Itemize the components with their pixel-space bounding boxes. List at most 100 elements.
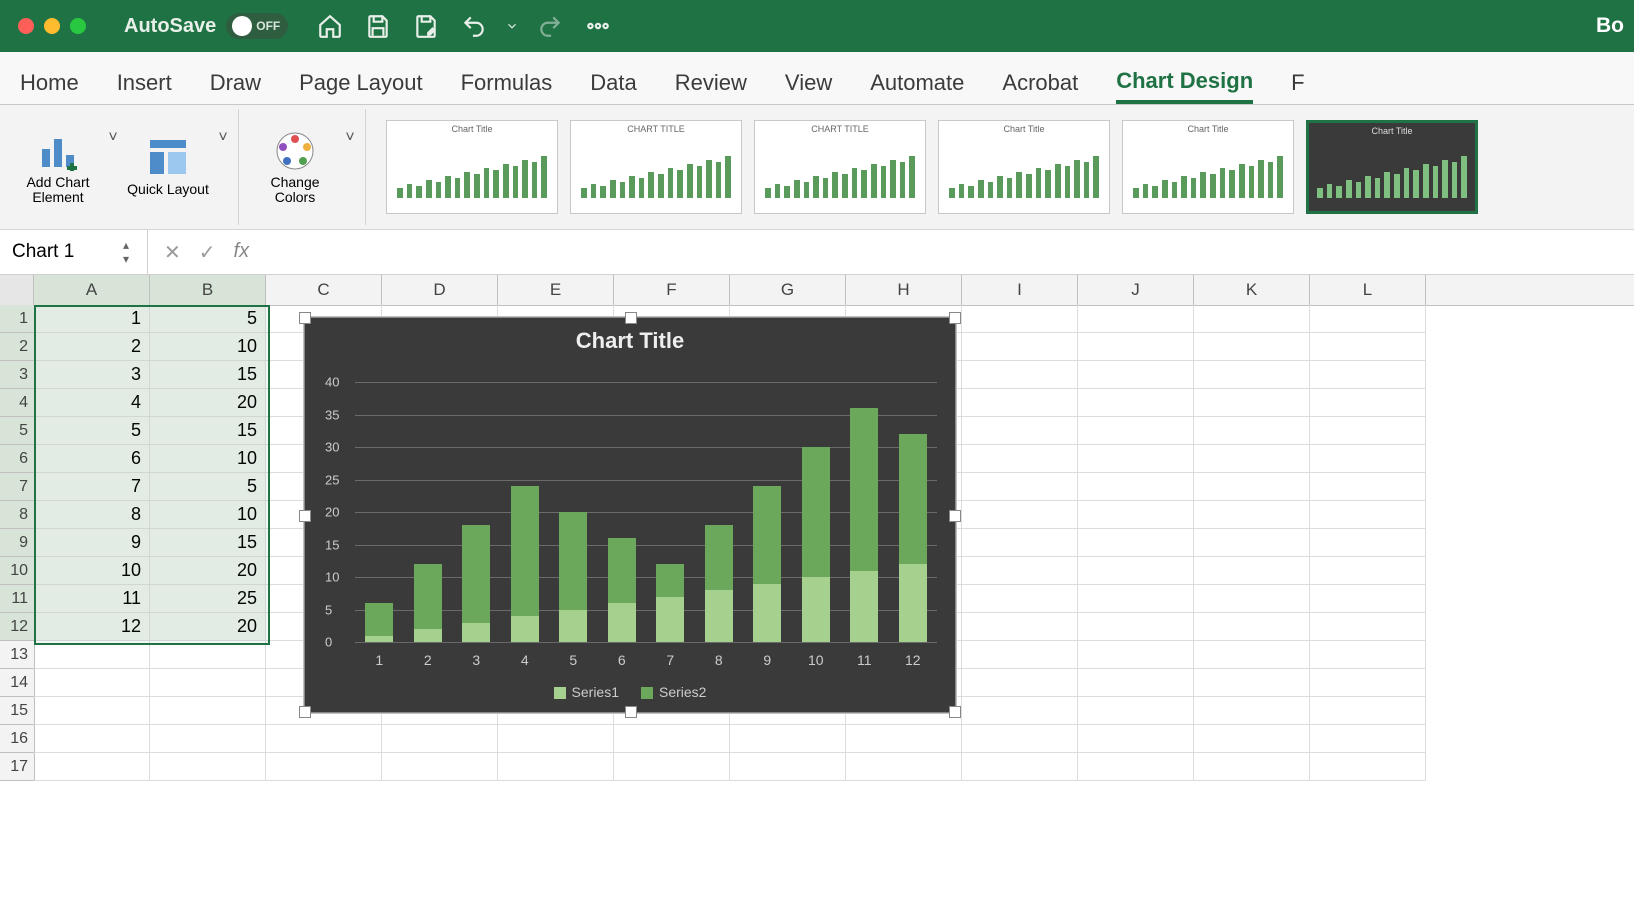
cell[interactable] [1078,753,1194,781]
cell[interactable] [962,753,1078,781]
tab-home[interactable]: Home [20,70,79,104]
cell[interactable] [1310,725,1426,753]
row-header[interactable]: 9 [0,529,34,557]
cell[interactable] [1194,585,1310,613]
column-header[interactable]: J [1078,275,1194,305]
column-header[interactable]: F [614,275,730,305]
cell[interactable]: 10 [150,333,266,361]
cell[interactable] [962,669,1078,697]
cell[interactable]: 5 [34,417,150,445]
row-header[interactable]: 5 [0,417,34,445]
column-header[interactable]: I [962,275,1078,305]
cell[interactable] [962,389,1078,417]
cell[interactable] [1194,753,1310,781]
cell[interactable] [1310,389,1426,417]
cell[interactable] [34,753,150,781]
cell[interactable] [150,669,266,697]
cell[interactable] [1194,445,1310,473]
column-header[interactable]: K [1194,275,1310,305]
cell[interactable] [1078,585,1194,613]
row-header[interactable]: 6 [0,445,34,473]
chart-bar[interactable] [899,434,927,642]
chart-bar[interactable] [850,408,878,642]
save-as-icon[interactable] [406,6,446,46]
chart-style-thumb[interactable]: Chart Title [938,120,1110,214]
cell[interactable] [1078,417,1194,445]
cell[interactable] [1310,697,1426,725]
cell[interactable] [266,753,382,781]
cell[interactable] [1310,669,1426,697]
cell[interactable]: 15 [150,529,266,557]
cell[interactable] [1310,529,1426,557]
column-header[interactable]: C [266,275,382,305]
embedded-chart[interactable]: Chart Title Series1 Series2 051015202530… [304,317,956,713]
cell[interactable] [962,333,1078,361]
row-header[interactable]: 8 [0,501,34,529]
cell[interactable] [1194,417,1310,445]
cell[interactable] [846,725,962,753]
cell[interactable] [1078,529,1194,557]
chart-bar[interactable] [753,486,781,642]
cell[interactable] [962,613,1078,641]
cell[interactable] [962,445,1078,473]
chart-resize-handle[interactable] [625,312,637,324]
row-header[interactable]: 2 [0,333,34,361]
cell[interactable] [1078,641,1194,669]
chart-resize-handle[interactable] [949,312,961,324]
cell[interactable] [1194,529,1310,557]
chart-resize-handle[interactable] [949,706,961,718]
home-icon[interactable] [310,6,350,46]
chart-resize-handle[interactable] [949,510,961,522]
chart-resize-handle[interactable] [299,312,311,324]
cell[interactable] [1078,473,1194,501]
cell[interactable]: 8 [34,501,150,529]
cell[interactable]: 2 [34,333,150,361]
cell[interactable] [1078,557,1194,585]
change-colors-button[interactable]: Change Colors [249,129,341,206]
name-box[interactable]: Chart 1 ▴▾ [0,230,148,274]
cell[interactable] [614,753,730,781]
cell[interactable] [382,725,498,753]
cell[interactable] [1078,669,1194,697]
formula-accept-icon[interactable]: ✓ [199,240,216,265]
column-header[interactable]: B [150,275,266,305]
cell[interactable]: 10 [150,445,266,473]
cell[interactable]: 20 [150,613,266,641]
cell[interactable]: 12 [34,613,150,641]
cell[interactable] [1078,361,1194,389]
formula-cancel-icon[interactable]: ✕ [164,240,181,265]
row-header[interactable]: 11 [0,585,34,613]
cell[interactable] [1194,389,1310,417]
chart-bar[interactable] [802,447,830,642]
cell[interactable] [150,753,266,781]
cell[interactable] [1078,501,1194,529]
save-icon[interactable] [358,6,398,46]
row-header[interactable]: 1 [0,305,34,333]
autosave-toggle[interactable]: OFF [226,13,288,39]
cell[interactable] [1310,585,1426,613]
chart-style-thumb[interactable]: Chart Title [1122,120,1294,214]
cell[interactable] [962,305,1078,333]
cell[interactable]: 15 [150,417,266,445]
cell[interactable] [1310,445,1426,473]
column-header[interactable]: E [498,275,614,305]
cell[interactable]: 7 [34,473,150,501]
tab-review[interactable]: Review [675,70,747,104]
cell[interactable] [1310,753,1426,781]
cell[interactable] [34,641,150,669]
tab-data[interactable]: Data [590,70,636,104]
row-header[interactable]: 4 [0,389,34,417]
cell[interactable]: 1 [34,305,150,333]
close-window-button[interactable] [18,18,34,34]
chart-style-thumb[interactable]: Chart Title [1306,120,1478,214]
undo-dropdown-icon[interactable] [502,6,522,46]
change-colors-dropdown[interactable]: ˅ [341,129,359,147]
column-header[interactable]: L [1310,275,1426,305]
cell[interactable] [1310,641,1426,669]
cell[interactable] [266,725,382,753]
chart-bar[interactable] [462,525,490,642]
name-box-stepper[interactable]: ▴▾ [123,234,143,270]
chart-bar[interactable] [511,486,539,642]
chart-style-thumb[interactable]: CHART TITLE [754,120,926,214]
cell[interactable] [1078,697,1194,725]
